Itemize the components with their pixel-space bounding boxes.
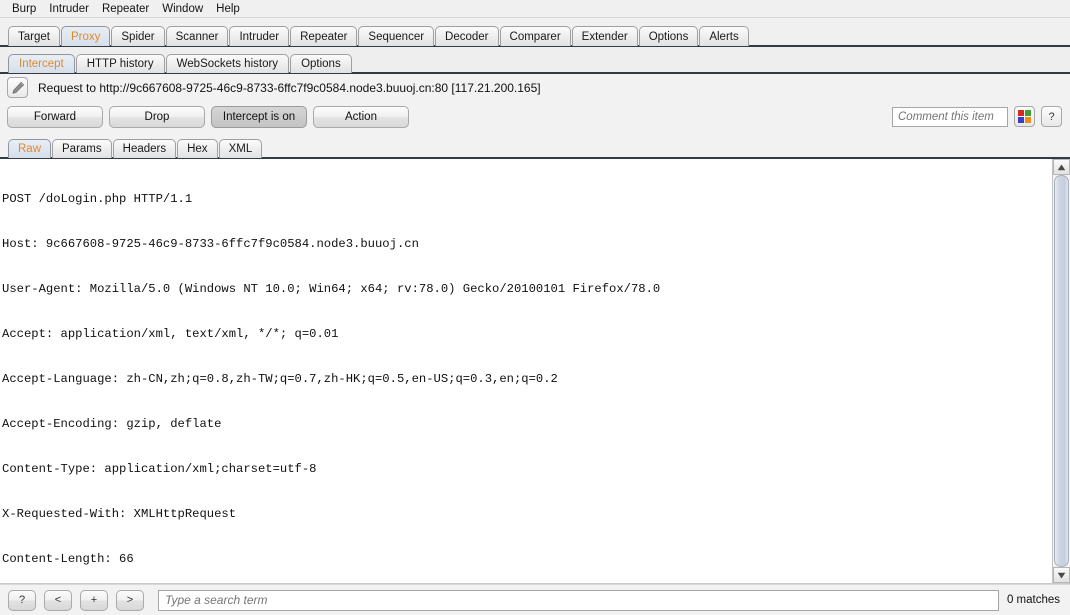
tab-scanner[interactable]: Scanner: [165, 26, 229, 46]
search-add-button[interactable]: +: [80, 589, 108, 611]
tab-target[interactable]: Target: [8, 26, 60, 46]
menu-item-burp[interactable]: Burp: [6, 1, 43, 17]
header-host: Host: 9c667608-9725-46c9-8733-6ffc7f9c05…: [2, 237, 419, 251]
search-help-button[interactable]: ?: [8, 589, 36, 611]
tab-hex[interactable]: Hex: [177, 139, 218, 158]
editor-vertical-scrollbar[interactable]: [1052, 159, 1070, 583]
highlight-color-button[interactable]: [1014, 106, 1035, 127]
action-button[interactable]: Action: [313, 106, 409, 128]
request-target-text: Request to http://9c667608-9725-46c9-873…: [38, 80, 541, 95]
tab-headers[interactable]: Headers: [112, 139, 177, 158]
tab-spider[interactable]: Spider: [111, 26, 165, 46]
search-prev-button[interactable]: <: [44, 589, 72, 611]
item-annotation-group: ?: [892, 106, 1062, 127]
header-x-requested-with: X-Requested-With: XMLHttpRequest: [2, 507, 237, 521]
scroll-up-arrow-icon[interactable]: [1053, 159, 1070, 175]
header-accept-language: Accept-Language: zh-CN,zh;q=0.8,zh-TW;q=…: [2, 372, 558, 386]
message-view-tab-strip: Raw Params Headers Hex XML: [0, 133, 1070, 159]
header-content-length: Content-Length: 66: [2, 552, 134, 566]
tab-extender[interactable]: Extender: [571, 26, 638, 46]
header-accept-encoding: Accept-Encoding: gzip, deflate: [2, 417, 222, 431]
help-button[interactable]: ?: [1041, 106, 1062, 127]
tab-http-history[interactable]: HTTP history: [75, 54, 165, 73]
scrollbar-track[interactable]: [1053, 175, 1070, 567]
menu-item-intruder[interactable]: Intruder: [43, 1, 96, 17]
request-line: POST /doLogin.php HTTP/1.1: [2, 192, 193, 206]
tab-xml[interactable]: XML: [218, 139, 263, 158]
intercept-action-row: Forward Drop Intercept is on Action ?: [0, 101, 1070, 133]
request-info-row: Request to http://9c667608-9725-46c9-873…: [0, 74, 1070, 101]
tab-proxy-options[interactable]: Options: [290, 54, 352, 73]
menu-bar: Burp Intruder Repeater Window Help: [0, 0, 1070, 18]
request-raw-editor[interactable]: POST /doLogin.php HTTP/1.1 Host: 9c66760…: [0, 159, 1052, 583]
tab-proxy[interactable]: Proxy: [60, 26, 111, 46]
tab-sequencer[interactable]: Sequencer: [358, 26, 435, 46]
burp-suite-window: Burp Intruder Repeater Window Help Targe…: [0, 0, 1070, 615]
tab-raw[interactable]: Raw: [8, 139, 52, 158]
main-tab-strip: Target Proxy Spider Scanner Intruder Rep…: [0, 18, 1070, 47]
tab-options[interactable]: Options: [638, 26, 699, 46]
tab-decoder[interactable]: Decoder: [435, 26, 499, 46]
comment-input[interactable]: [892, 106, 1008, 127]
tab-comparer[interactable]: Comparer: [499, 26, 571, 46]
highlight-color-icon: [1018, 110, 1031, 123]
editor-search-bar: ? < + > 0 matches: [0, 584, 1070, 615]
tab-websockets-history[interactable]: WebSockets history: [165, 54, 290, 73]
tab-intercept[interactable]: Intercept: [8, 54, 75, 73]
scroll-down-arrow-icon[interactable]: [1053, 567, 1070, 583]
tab-params[interactable]: Params: [52, 139, 112, 158]
intercept-toggle-button[interactable]: Intercept is on: [211, 106, 307, 128]
search-matches-count: 0 matches: [1006, 594, 1060, 606]
tab-intruder[interactable]: Intruder: [229, 26, 290, 46]
menu-item-window[interactable]: Window: [156, 1, 210, 17]
tab-alerts[interactable]: Alerts: [699, 26, 749, 46]
forward-button[interactable]: Forward: [7, 106, 103, 128]
scrollbar-thumb[interactable]: [1054, 175, 1069, 567]
header-user-agent: User-Agent: Mozilla/5.0 (Windows NT 10.0…: [2, 282, 661, 296]
edit-request-button[interactable]: [7, 77, 28, 98]
search-input[interactable]: [158, 589, 999, 611]
header-content-type: Content-Type: application/xml;charset=ut…: [2, 462, 317, 476]
menu-item-help[interactable]: Help: [210, 1, 247, 17]
search-next-button[interactable]: >: [116, 589, 144, 611]
request-editor-area: POST /doLogin.php HTTP/1.1 Host: 9c66760…: [0, 159, 1070, 584]
tab-repeater[interactable]: Repeater: [290, 26, 358, 46]
drop-button[interactable]: Drop: [109, 106, 205, 128]
header-accept: Accept: application/xml, text/xml, */*; …: [2, 327, 339, 341]
menu-item-repeater[interactable]: Repeater: [96, 1, 156, 17]
pencil-icon: [11, 81, 24, 94]
proxy-sub-tab-strip: Intercept HTTP history WebSockets histor…: [0, 47, 1070, 74]
